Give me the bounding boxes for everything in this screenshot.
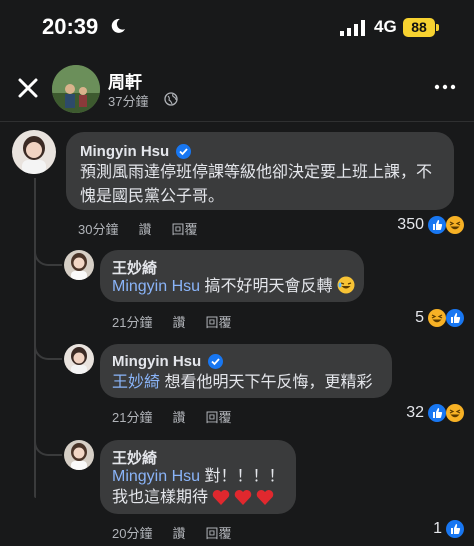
reply-button[interactable]: 回覆 (205, 410, 231, 425)
reply-text-content: 我也這樣期待 (112, 489, 209, 506)
moon-icon (111, 18, 125, 33)
thread-branch (34, 440, 62, 456)
like-reaction-icon (428, 404, 446, 422)
status-time: 20:39 (42, 14, 99, 39)
commenter-avatar[interactable] (64, 250, 94, 280)
like-reaction-icon (428, 216, 446, 234)
more-options-icon[interactable] (432, 78, 458, 96)
reply-time: 21分鐘 (112, 315, 153, 330)
verified-badge-icon (176, 144, 191, 159)
reply-button[interactable]: 回覆 (205, 315, 231, 330)
reply-time: 20分鐘 (112, 526, 153, 541)
reply-button[interactable]: 回覆 (205, 526, 231, 541)
haha-reaction-icon (446, 404, 464, 422)
commenter-avatar[interactable] (64, 440, 94, 470)
heart-icon (212, 489, 230, 505)
reply-text-content: 對！！！！ (204, 468, 285, 485)
comment-time: 30分鐘 (78, 222, 119, 237)
reaction-count[interactable]: 5 (398, 309, 424, 327)
comment-text-line1: 預測風雨達停班停課等級他卻決定要上班上課，不 (80, 164, 433, 181)
like-button[interactable]: 讚 (138, 222, 151, 237)
commenter-avatar[interactable] (12, 130, 56, 174)
mention-link[interactable]: 王妙綺 (112, 374, 160, 391)
like-button[interactable]: 讚 (172, 410, 185, 425)
reply-meta: 21分鐘 讚 回覆 (112, 312, 252, 331)
reply-text: Mingyin Hsu 搞不好明天會反轉 (112, 275, 355, 299)
haha-reaction-icon (446, 216, 464, 234)
comment-text-line2: 愧是國民黨公子哥。 (80, 188, 225, 205)
reply-author[interactable]: Mingyin Hsu (112, 353, 201, 370)
battery-tip (436, 24, 439, 31)
status-bar: 20:39 4G 88 (0, 0, 474, 56)
reply-meta: 21分鐘 讚 回覆 (112, 407, 252, 426)
author-name[interactable]: 周軒 (108, 68, 142, 93)
laughing-emoji-icon (337, 276, 355, 294)
reply-text-line2: 我也這樣期待 (112, 486, 208, 510)
reply-text-content: 想看他明天下午反悔，更精彩 (164, 374, 373, 391)
like-button[interactable]: 讚 (172, 526, 185, 541)
mention-link[interactable]: Mingyin Hsu (112, 468, 200, 485)
signal-icon (340, 20, 365, 36)
post-time: 37分鐘 (108, 94, 149, 109)
thread-branch (34, 344, 62, 360)
network-type: 4G (374, 17, 397, 36)
heart-icon (256, 489, 274, 505)
comment-author[interactable]: Mingyin Hsu (80, 143, 169, 160)
mention-link[interactable]: Mingyin Hsu (112, 278, 200, 295)
commenter-avatar[interactable] (64, 344, 94, 374)
reaction-count[interactable]: 32 (390, 404, 424, 422)
author-avatar[interactable] (52, 65, 100, 113)
like-button[interactable]: 讚 (172, 315, 185, 330)
reply-button[interactable]: 回覆 (171, 222, 197, 237)
heart-emojis (212, 489, 274, 506)
reply-time: 21分鐘 (112, 410, 153, 425)
comment-meta: 30分鐘 讚 回覆 (78, 219, 218, 238)
reply-text: 王妙綺 想看他明天下午反悔，更精彩 (112, 371, 372, 395)
reaction-count[interactable]: 350 (384, 216, 424, 234)
heart-icon (234, 489, 252, 505)
reaction-count[interactable]: 1 (416, 520, 442, 538)
reply-meta: 20分鐘 讚 回覆 (112, 523, 252, 542)
globe-icon (164, 92, 178, 106)
verified-badge-icon (208, 354, 223, 369)
like-reaction-icon (446, 520, 464, 538)
close-icon[interactable] (14, 74, 42, 102)
like-reaction-icon (446, 309, 464, 327)
thread-branch (34, 250, 62, 266)
reply-text-content: 搞不好明天會反轉 (204, 278, 333, 295)
post-header: 周軒 37分鐘 (0, 56, 474, 122)
haha-reaction-icon (428, 309, 446, 327)
battery-level: 88 (403, 18, 435, 37)
